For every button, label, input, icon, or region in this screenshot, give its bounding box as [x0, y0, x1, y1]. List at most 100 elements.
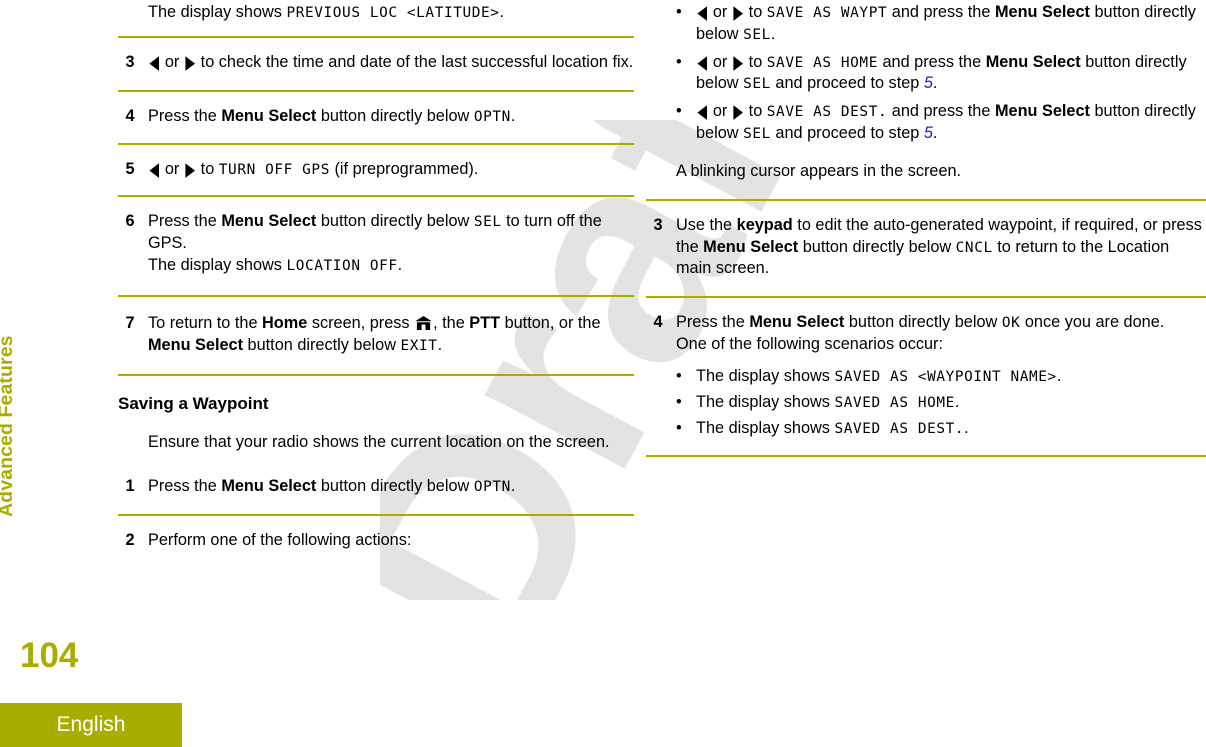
arrow-right-icon: ▶: [733, 53, 743, 74]
left-text-column: The display shows PREVIOUS LOC <LATITUDE…: [118, 0, 634, 552]
radio-display-text: SAVED AS <WAYPOINT NAME>: [834, 368, 1057, 385]
bullet-text: ◀ or ▶ to SAVE AS HOME and press the Men…: [696, 52, 1187, 93]
right-text-column: • ◀ or ▶ to SAVE AS WAYPT and press the M…: [646, 0, 1206, 458]
numbered-step: 5 ◀ or ▶ to TURN OFF GPS (if preprogramme…: [118, 159, 634, 181]
step-number: 4: [125, 106, 135, 125]
radio-display-text: SAVE AS WAYPT: [766, 5, 888, 21]
section-divider: [646, 455, 1206, 458]
chapter-label: Advanced Features: [0, 335, 17, 517]
numbered-step: 6 Press the Menu Select button directly b…: [118, 211, 634, 276]
section-heading: Saving a Waypoint: [118, 394, 269, 414]
emphasis-text: PTT: [469, 313, 501, 332]
emphasis-text: Menu Select: [221, 477, 317, 496]
step-body: Press the Menu Select button directly be…: [148, 212, 602, 274]
emphasis-text: Menu Select: [221, 212, 317, 231]
radio-display-text: TURN OFF GPS: [218, 162, 330, 179]
bullet-marker: •: [676, 3, 682, 21]
emphasis-text: Menu Select: [703, 237, 799, 256]
radio-display-text: SEL: [743, 26, 771, 43]
arrow-left-icon: ◀: [697, 3, 707, 24]
bullet-text: The display shows SAVED AS DEST..: [696, 418, 969, 437]
step-body: Use the keypad to edit the auto-generate…: [676, 215, 1202, 278]
step-body: ◀ or ▶ to check the time and date of the…: [149, 52, 634, 74]
bullet-item: • The display shows SAVED AS DEST..: [676, 418, 1206, 440]
radio-display-text: PREVIOUS LOC <LATITUDE>: [286, 5, 500, 21]
radio-display-text: SEL: [473, 214, 502, 231]
bullet-marker: •: [676, 102, 682, 121]
step-cross-reference[interactable]: 5: [924, 124, 933, 142]
radio-display-text: EXIT: [400, 337, 438, 354]
step-cross-reference[interactable]: 5: [924, 74, 933, 92]
arrow-left-icon: ◀: [697, 102, 707, 123]
radio-display-text: SAVED AS DEST.: [834, 420, 965, 437]
radio-display-text: OPTN: [473, 108, 511, 125]
step-number: 2: [125, 531, 135, 550]
bullet-item: • The display shows SAVED AS HOME.: [676, 392, 1206, 414]
arrow-right-icon: ▶: [733, 3, 743, 24]
emphasis-text: Menu Select: [994, 3, 1090, 21]
step-number: 3: [125, 52, 135, 71]
numbered-step: 3 ◀ or ▶ to check the time and date of th…: [118, 52, 634, 74]
numbered-step: 4 Press the Menu Select button directly b…: [118, 106, 634, 128]
manual-page: Advanced Features 104 English The displa…: [0, 0, 1206, 747]
arrow-right-icon: ▶: [185, 160, 195, 181]
numbered-step: 7 To return to the Home screen, press , t…: [118, 313, 634, 357]
emphasis-text: Menu Select: [148, 335, 244, 354]
radio-display-text: SAVE AS DEST.: [766, 104, 888, 121]
emphasis-text: Home: [262, 313, 308, 332]
step-body: Press the Menu Select button directly be…: [148, 477, 516, 496]
bullet-item: • ◀ or ▶ to SAVE AS DEST. and press the M…: [676, 101, 1206, 145]
arrow-left-icon: ◀: [697, 53, 707, 74]
numbered-step: 1 Press the Menu Select button directly b…: [118, 476, 634, 498]
emphasis-text: keypad: [736, 215, 793, 234]
radio-display-text: OPTN: [473, 479, 511, 496]
numbered-step: 4 Press the Menu Select button directly b…: [646, 312, 1206, 356]
step-body: Press the Menu Select button directly be…: [676, 313, 1165, 354]
arrow-left-icon: ◀: [149, 160, 159, 181]
emphasis-text: Menu Select: [985, 52, 1081, 71]
bullet-text: ◀ or ▶ to SAVE AS WAYPT and press the Me…: [696, 3, 1196, 43]
step-body: ◀ or ▶ to TURN OFF GPS (if preprogrammed…: [149, 160, 479, 181]
bullet-item: • ◀ or ▶ to SAVE AS WAYPT and press the M…: [676, 2, 1206, 46]
step-number: 1: [125, 477, 135, 496]
step-number: 6: [125, 212, 135, 231]
post-bullet-note: A blinking cursor appears in the screen.: [676, 161, 962, 180]
bullet-marker: •: [676, 392, 682, 411]
bullet-marker: •: [676, 366, 682, 385]
radio-display-text: LOCATION OFF: [286, 257, 398, 274]
bullet-text: ◀ or ▶ to SAVE AS DEST. and press the Me…: [696, 102, 1196, 143]
emphasis-text: Menu Select: [221, 106, 317, 125]
bullet-marker: •: [676, 52, 682, 71]
arrow-right-icon: ▶: [185, 53, 195, 74]
bullet-text: The display shows SAVED AS HOME.: [696, 392, 960, 411]
step-number: 3: [653, 215, 663, 234]
bullet-item: • ◀ or ▶ to SAVE AS HOME and press the Me…: [676, 52, 1206, 96]
section-intro: Ensure that your radio shows the current…: [148, 433, 610, 452]
step-body: Press the Menu Select button directly be…: [148, 106, 516, 125]
numbered-step: 3 Use the keypad to edit the auto-generat…: [646, 215, 1206, 280]
numbered-step: 2 Perform one of the following actions:: [118, 530, 634, 552]
page-rail: Advanced Features 104 English: [0, 0, 182, 747]
step-body: Perform one of the following actions:: [148, 531, 412, 550]
language-tab: English: [0, 703, 182, 747]
step-number: 7: [125, 313, 135, 332]
step-number: 4: [653, 313, 663, 332]
